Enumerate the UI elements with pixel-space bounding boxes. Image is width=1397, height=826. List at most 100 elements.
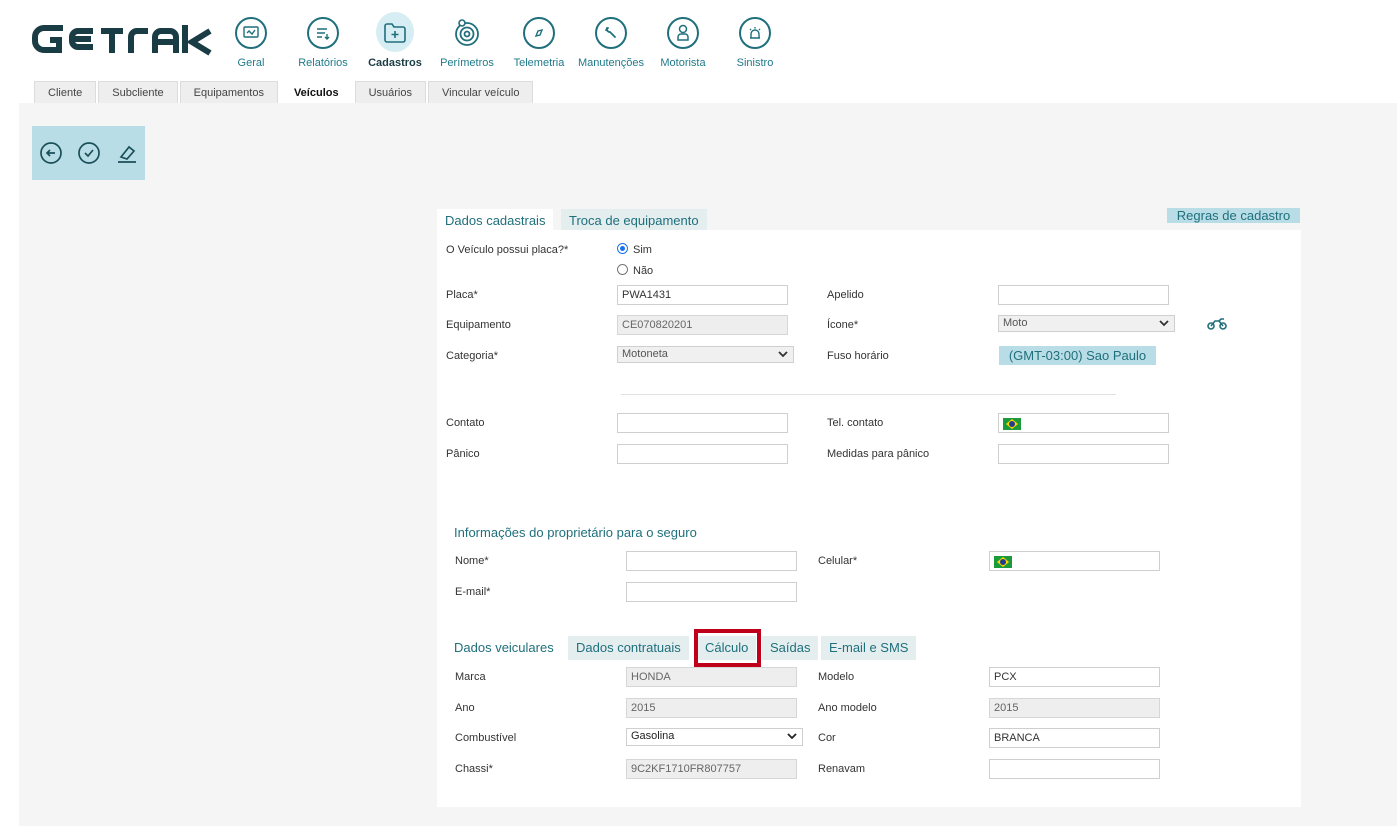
save-button[interactable] <box>77 141 101 165</box>
eraser-icon <box>118 145 136 163</box>
nav-label: Geral <box>237 57 265 69</box>
dashboard-icon <box>235 17 267 49</box>
subtab-equipamentos[interactable]: Equipamentos <box>179 81 278 103</box>
categoria-label: Categoria* <box>446 350 498 362</box>
nav-cadastros[interactable]: Cadastros <box>359 12 431 69</box>
icone-select[interactable]: Moto <box>998 315 1175 332</box>
categoria-value: Motoneta <box>622 348 668 360</box>
compass-icon <box>523 17 555 49</box>
nav-manutencoes[interactable]: Manutenções <box>575 14 647 69</box>
fuso-value[interactable]: (GMT-03:00) Sao Paulo <box>999 346 1156 365</box>
wrench-icon <box>595 17 627 49</box>
medidas-panico-input[interactable] <box>998 444 1169 464</box>
apelido-input[interactable] <box>998 285 1169 305</box>
nav-label: Manutenções <box>577 57 645 69</box>
getrak-logo <box>32 25 212 56</box>
celular-input[interactable] <box>989 551 1160 571</box>
check-icon <box>78 142 100 164</box>
contato-label: Contato <box>446 417 485 429</box>
equipamento-label: Equipamento <box>446 319 511 331</box>
medidas-panico-label: Medidas para pânico <box>827 448 930 460</box>
nav-label: Motorista <box>660 57 706 69</box>
marca-input[interactable] <box>626 667 797 687</box>
plate-question-label: O Veículo possui placa?* <box>446 244 569 256</box>
radio-nao[interactable] <box>617 264 628 275</box>
calculo-highlight-box <box>694 629 761 667</box>
icone-label: Ícone* <box>827 319 859 331</box>
clear-button[interactable] <box>115 141 139 165</box>
nav-relatorios[interactable]: Relatórios <box>287 14 359 69</box>
placa-input[interactable] <box>617 285 788 305</box>
subtab-cliente[interactable]: Cliente <box>34 81 97 103</box>
subtab-vincular-veiculo[interactable]: Vincular veículo <box>428 81 534 103</box>
driver-icon <box>667 17 699 49</box>
nav-motorista[interactable]: Motorista <box>647 14 719 69</box>
brazil-flag-icon[interactable] <box>994 556 1012 568</box>
motorcycle-icon <box>1207 318 1227 330</box>
renavam-input[interactable] <box>989 759 1160 779</box>
chassi-label: Chassi* <box>455 763 493 775</box>
panico-input[interactable] <box>617 444 788 464</box>
action-toolbar <box>32 126 145 180</box>
radio-sim-label: Sim <box>633 244 652 256</box>
nav-telemetria[interactable]: Telemetria <box>503 14 575 69</box>
tab-dados-contratuais[interactable]: Dados contratuais <box>568 636 689 660</box>
celular-label: Celular* <box>818 555 858 567</box>
tel-contato-label: Tel. contato <box>827 417 884 429</box>
ano-input[interactable] <box>626 698 797 718</box>
fuso-label: Fuso horário <box>827 350 889 362</box>
marca-label: Marca <box>455 671 486 683</box>
nav-perimetros[interactable]: Perímetros <box>431 14 503 69</box>
target-icon <box>451 17 483 49</box>
combustivel-value: Gasolina <box>631 730 675 742</box>
brazil-flag-icon[interactable] <box>1003 418 1021 430</box>
categoria-select[interactable]: Motoneta <box>617 346 794 363</box>
folder-add-icon <box>379 17 411 49</box>
nav-label: Sinistro <box>736 57 774 69</box>
rules-button[interactable]: Regras de cadastro <box>1167 208 1300 223</box>
cor-label: Cor <box>818 732 836 744</box>
back-button[interactable] <box>39 141 63 165</box>
subtab-subcliente[interactable]: Subcliente <box>98 81 178 103</box>
modelo-input[interactable] <box>989 667 1160 687</box>
owner-section-title: Informações do proprietário para o segur… <box>454 525 697 540</box>
tab-dados-veiculares[interactable]: Dados veiculares <box>446 636 562 660</box>
ano-modelo-input[interactable] <box>989 698 1160 718</box>
nav-label: Relatórios <box>298 57 348 69</box>
radio-sim[interactable] <box>617 243 628 254</box>
chassi-input[interactable] <box>626 759 797 779</box>
radio-nao-label: Não <box>633 265 654 277</box>
ano-modelo-label: Ano modelo <box>818 702 877 714</box>
tel-contato-input[interactable] <box>998 413 1169 433</box>
report-icon <box>307 17 339 49</box>
chevron-down-icon <box>778 351 788 358</box>
chevron-down-icon <box>1159 320 1169 327</box>
tab-email-sms[interactable]: E-mail e SMS <box>821 636 917 660</box>
nome-label: Nome* <box>455 555 489 567</box>
contato-input[interactable] <box>617 413 788 433</box>
combustivel-select[interactable]: Gasolina <box>626 728 803 746</box>
nome-input[interactable] <box>626 551 797 571</box>
subtab-veiculos[interactable]: Veículos <box>279 81 353 103</box>
chevron-down-icon <box>787 733 797 740</box>
tab-saidas[interactable]: Saídas <box>762 636 819 660</box>
panico-label: Pânico <box>446 448 480 460</box>
subtab-bar: Cliente Subcliente Equipamentos Veículos… <box>34 81 535 103</box>
nav-sinistro[interactable]: Sinistro <box>719 14 791 69</box>
back-arrow-icon <box>40 142 62 164</box>
placa-label: Placa* <box>446 289 478 301</box>
alarm-icon <box>739 17 771 49</box>
modelo-label: Modelo <box>818 671 855 683</box>
nav-geral[interactable]: Geral <box>215 14 287 69</box>
equipamento-input[interactable] <box>617 315 788 335</box>
cor-input[interactable] <box>989 728 1160 748</box>
nav-label: Cadastros <box>368 57 422 69</box>
nav-label: Perímetros <box>440 57 494 69</box>
ano-label: Ano <box>455 702 475 714</box>
subtab-usuarios[interactable]: Usuários <box>354 81 426 103</box>
email-input[interactable] <box>626 582 797 602</box>
email-label: E-mail* <box>455 586 491 598</box>
divider <box>621 394 1116 395</box>
apelido-label: Apelido <box>827 289 864 301</box>
combustivel-label: Combustível <box>455 732 517 744</box>
